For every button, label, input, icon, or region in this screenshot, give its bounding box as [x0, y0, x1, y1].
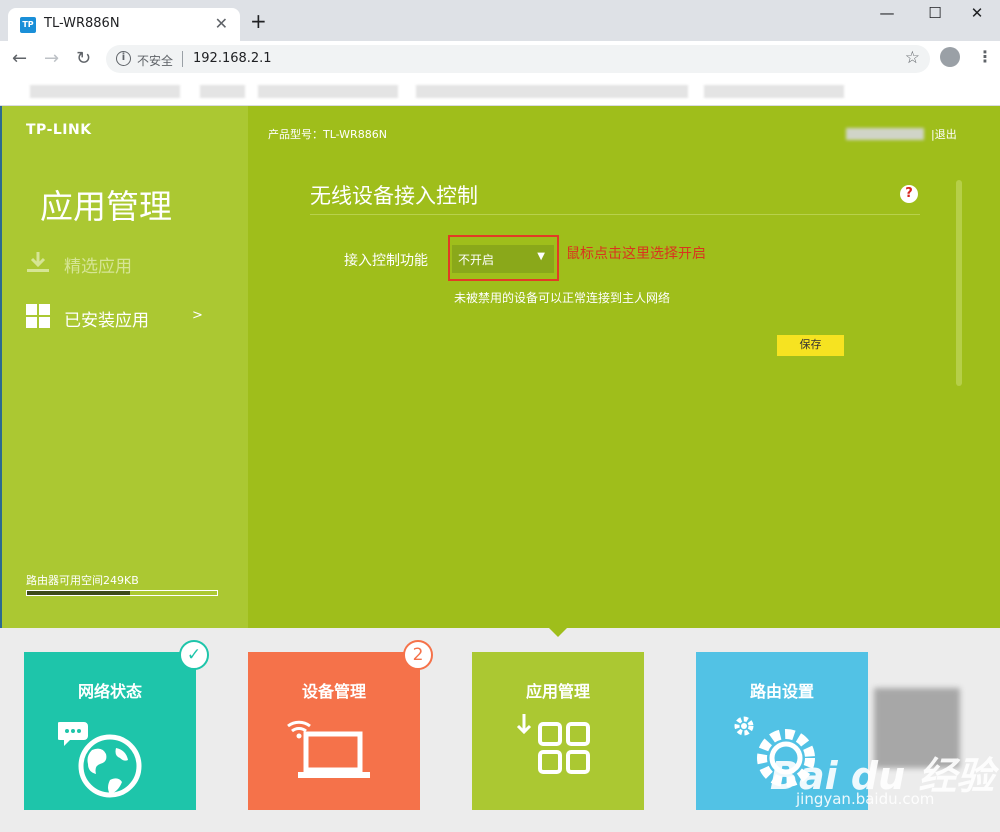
logout-link[interactable]: |退出 [931, 126, 957, 142]
apps-grid-icon [516, 714, 590, 774]
page-title: 无线设备接入控制 [310, 184, 478, 208]
maximize-icon[interactable]: ☐ [920, 4, 950, 22]
tile-device-management[interactable]: 设备管理 [248, 652, 420, 810]
tile-label: 网络状态 [77, 682, 142, 701]
profile-avatar-icon[interactable] [940, 47, 960, 67]
security-label: 不安全 [137, 54, 174, 68]
bookmark-item[interactable] [416, 85, 688, 98]
reload-icon[interactable]: ↻ [76, 48, 91, 69]
bookmark-star-icon[interactable]: ☆ [905, 48, 920, 68]
bookmarks-bar [0, 76, 1000, 106]
active-tile-pointer [549, 628, 567, 637]
storage-progress-fill [27, 591, 130, 595]
router-sidebar: TP-LINK 应用管理 精选应用 已安装应用 > 路由器可用空间249KB [0, 106, 248, 628]
access-control-select[interactable]: 不开启 ▼ [452, 245, 554, 273]
info-icon[interactable]: i [116, 51, 131, 66]
omnibox-separator [182, 51, 183, 67]
tab-close-icon[interactable]: ✕ [215, 14, 228, 33]
browser-menu-icon[interactable]: ⋮ [977, 47, 993, 67]
url-text[interactable]: 192.168.2.1 [193, 51, 272, 66]
bookmark-item[interactable] [258, 85, 398, 98]
sidebar-item-featured-apps[interactable]: 精选应用 [26, 248, 226, 278]
tile-app-management[interactable]: 应用管理 [472, 652, 644, 810]
grid-icon [26, 304, 50, 328]
dropdown-arrow-icon: ▼ [537, 251, 545, 262]
watermark-url: jingyan.baidu.com [796, 790, 935, 808]
forward-arrow-icon[interactable]: → [44, 48, 59, 69]
save-button[interactable]: 保存 [777, 335, 844, 356]
help-icon[interactable]: ? [900, 185, 918, 203]
globe-chat-icon [58, 722, 142, 798]
hint-text: 未被禁用的设备可以正常连接到主人网络 [454, 291, 671, 305]
select-value: 不开启 [458, 253, 495, 267]
new-tab-icon[interactable]: + [250, 11, 267, 31]
tplink-favicon-icon: TP [20, 17, 36, 33]
username [846, 128, 924, 140]
sidebar-item-installed-apps[interactable]: 已安装应用 > [26, 302, 226, 332]
bookmark-item[interactable] [704, 85, 844, 98]
download-icon [27, 252, 49, 272]
tile-network-status[interactable]: 网络状态 [24, 652, 196, 810]
browser-tab[interactable]: TP TL-WR886N ✕ [8, 8, 240, 41]
chevron-right-icon: > [192, 308, 203, 323]
tplink-logo: TP-LINK [26, 122, 92, 138]
bookmark-item[interactable] [30, 85, 180, 98]
storage-space-label: 路由器可用空间249KB [26, 574, 139, 587]
address-bar[interactable]: i 不安全 192.168.2.1 ☆ [106, 45, 930, 73]
storage-progress-bar [26, 590, 218, 596]
tile-label: 设备管理 [301, 682, 366, 701]
panel-scrollbar[interactable] [956, 180, 962, 386]
back-arrow-icon[interactable]: ← [12, 48, 27, 69]
router-main-panel: 产品型号：TL-WR886N |退出 无线设备接入控制 ? 接入控制功能 不开启… [248, 106, 1000, 628]
browser-toolbar: ← → ↻ i 不安全 192.168.2.1 ☆ [0, 41, 1000, 76]
tile-label: 路由设置 [749, 682, 814, 701]
tile-label: 应用管理 [525, 682, 590, 701]
bookmark-item[interactable] [200, 85, 245, 98]
browser-tabstrip: TP TL-WR886N ✕ + — ☐ ✕ [0, 0, 1000, 41]
title-divider [310, 214, 920, 215]
sidebar-item-label: 已安装应用 [64, 311, 149, 331]
access-control-label: 接入控制功能 [344, 253, 428, 269]
tab-title: TL-WR886N [44, 16, 120, 31]
check-icon: ✓ [179, 640, 209, 670]
minimize-icon[interactable]: — [872, 4, 902, 22]
sidebar-item-label: 精选应用 [64, 257, 132, 277]
product-model: 产品型号：TL-WR886N [268, 128, 387, 141]
window-close-icon[interactable]: ✕ [962, 4, 992, 22]
laptop-wifi-icon [287, 720, 370, 778]
sidebar-title: 应用管理 [40, 187, 172, 226]
notification-badge: 2 [403, 640, 433, 670]
annotation-text: 鼠标点击这里选择开启 [566, 246, 706, 262]
